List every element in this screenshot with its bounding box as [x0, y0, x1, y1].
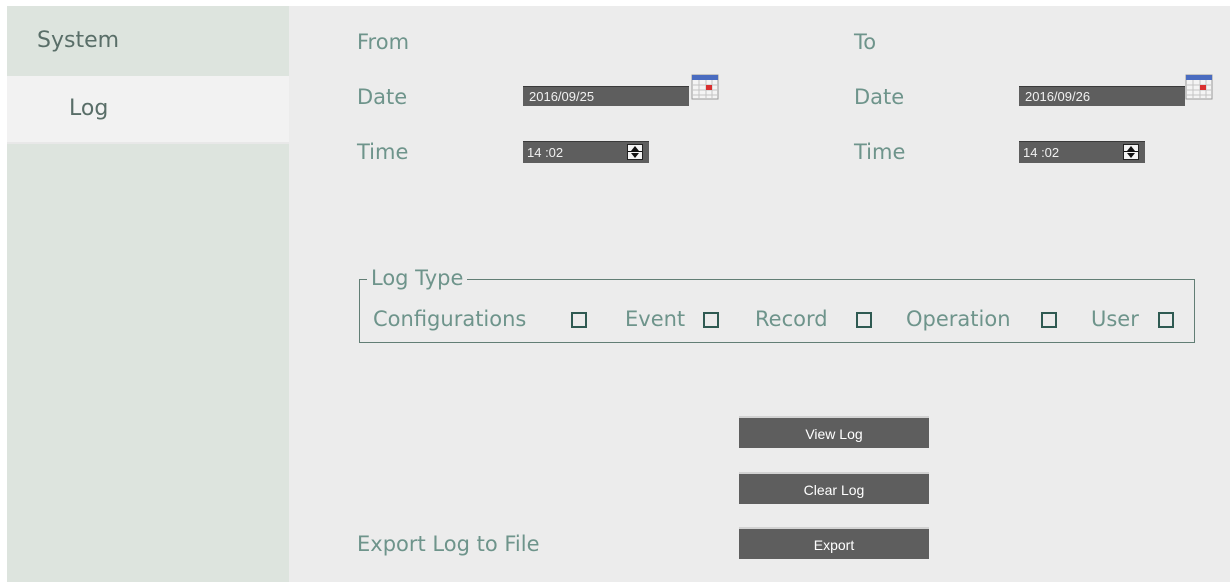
sidebar: System Log — [7, 6, 289, 582]
sidebar-item-log[interactable]: Log — [7, 76, 289, 144]
sidebar-header-label: System — [37, 28, 120, 53]
from-date-value: 2016/09/25 — [529, 89, 595, 104]
log-type-operation-checkbox[interactable] — [1041, 312, 1057, 328]
spinner-icon[interactable] — [627, 144, 643, 160]
from-heading: From — [357, 30, 410, 54]
to-date-field[interactable]: 2016/09/26 — [1019, 86, 1185, 106]
to-time-value: 14 :02 — [1023, 145, 1060, 160]
from-date-label: Date — [357, 85, 408, 109]
log-type-configurations-checkbox[interactable] — [571, 312, 587, 328]
sidebar-header[interactable]: System — [7, 6, 289, 76]
calendar-icon[interactable] — [691, 74, 719, 100]
calendar-icon[interactable] — [1185, 74, 1213, 100]
from-time-label: Time — [357, 140, 409, 164]
export-log-label: Export Log to File — [357, 532, 540, 556]
log-type-user-label: User — [1091, 307, 1139, 331]
sidebar-item-label: Log — [69, 96, 109, 121]
spinner-icon[interactable] — [1123, 144, 1139, 160]
log-type-configurations-label: Configurations — [373, 307, 527, 331]
from-time-field[interactable]: 14 :02 — [523, 141, 649, 163]
log-type-event-checkbox[interactable] — [703, 312, 719, 328]
view-log-button[interactable]: View Log — [739, 416, 929, 448]
to-date-label: Date — [854, 85, 905, 109]
export-button[interactable]: Export — [739, 527, 929, 559]
from-time-value: 14 :02 — [527, 145, 564, 160]
to-date-value: 2016/09/26 — [1025, 89, 1091, 104]
log-type-event-label: Event — [625, 307, 686, 331]
log-type-operation-label: Operation — [906, 307, 1011, 331]
log-type-legend: Log Type — [367, 266, 468, 290]
log-type-record-label: Record — [755, 307, 828, 331]
clear-log-button[interactable]: Clear Log — [739, 472, 929, 504]
to-time-field[interactable]: 14 :02 — [1019, 141, 1145, 163]
log-settings-page: System Log From Date 2016/09/25 Time 14 … — [0, 0, 1230, 582]
from-date-field[interactable]: 2016/09/25 — [523, 86, 689, 106]
to-time-label: Time — [854, 140, 906, 164]
to-heading: To — [854, 30, 877, 54]
log-type-record-checkbox[interactable] — [856, 312, 872, 328]
main-panel: From Date 2016/09/25 Time 14 :02 To Date… — [289, 6, 1230, 582]
log-type-user-checkbox[interactable] — [1158, 312, 1174, 328]
